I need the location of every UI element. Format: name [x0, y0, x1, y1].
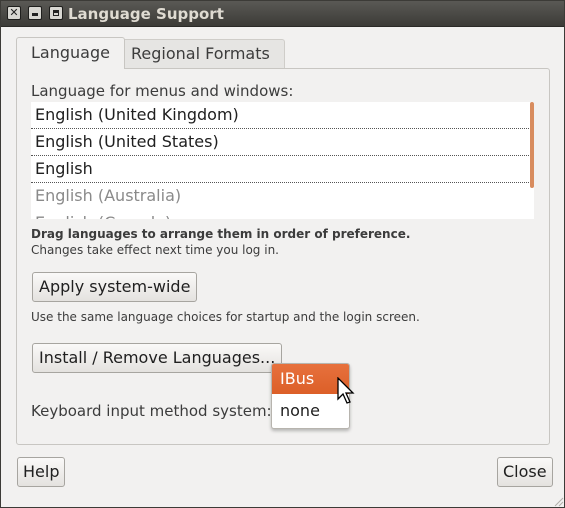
window-title: Language Support	[68, 5, 224, 23]
maximize-icon	[53, 10, 59, 16]
minimize-window-button[interactable]	[28, 6, 42, 20]
close-icon: ✕	[9, 6, 19, 19]
maximize-window-button[interactable]	[49, 6, 63, 20]
language-list-label: Language for menus and windows:	[31, 82, 294, 100]
language-support-window: ✕ Language Support Language Regional For…	[0, 0, 565, 508]
install-remove-languages-button[interactable]: Install / Remove Languages...	[32, 343, 283, 373]
apply-system-wide-button[interactable]: Apply system-wide	[32, 272, 198, 302]
tab-regional-formats[interactable]: Regional Formats	[116, 39, 285, 68]
title-bar[interactable]: ✕ Language Support	[1, 1, 564, 27]
close-button[interactable]: Close	[497, 457, 553, 487]
apply-hint: Use the same language choices for startu…	[31, 310, 420, 324]
keyboard-input-label: Keyboard input method system:	[31, 402, 272, 420]
list-item[interactable]: English (Australia)	[31, 183, 531, 210]
tab-language[interactable]: Language	[16, 37, 125, 69]
list-item[interactable]: English (Canada)	[31, 210, 531, 219]
close-window-button[interactable]: ✕	[7, 6, 21, 20]
language-list[interactable]: English (United Kingdom) English (United…	[31, 102, 534, 219]
language-list-scrollbar[interactable]	[530, 102, 534, 188]
drag-hint: Drag languages to arrange them in order …	[31, 227, 411, 241]
resize-grip-icon[interactable]	[552, 495, 564, 507]
list-item[interactable]: English (United Kingdom)	[31, 102, 531, 129]
list-item[interactable]: English (United States)	[31, 129, 531, 156]
list-item[interactable]: English	[31, 156, 531, 183]
effect-hint: Changes take effect next time you log in…	[31, 243, 279, 257]
mouse-pointer-icon	[337, 377, 355, 404]
help-button[interactable]: Help	[17, 457, 66, 487]
minimize-icon	[32, 13, 38, 16]
